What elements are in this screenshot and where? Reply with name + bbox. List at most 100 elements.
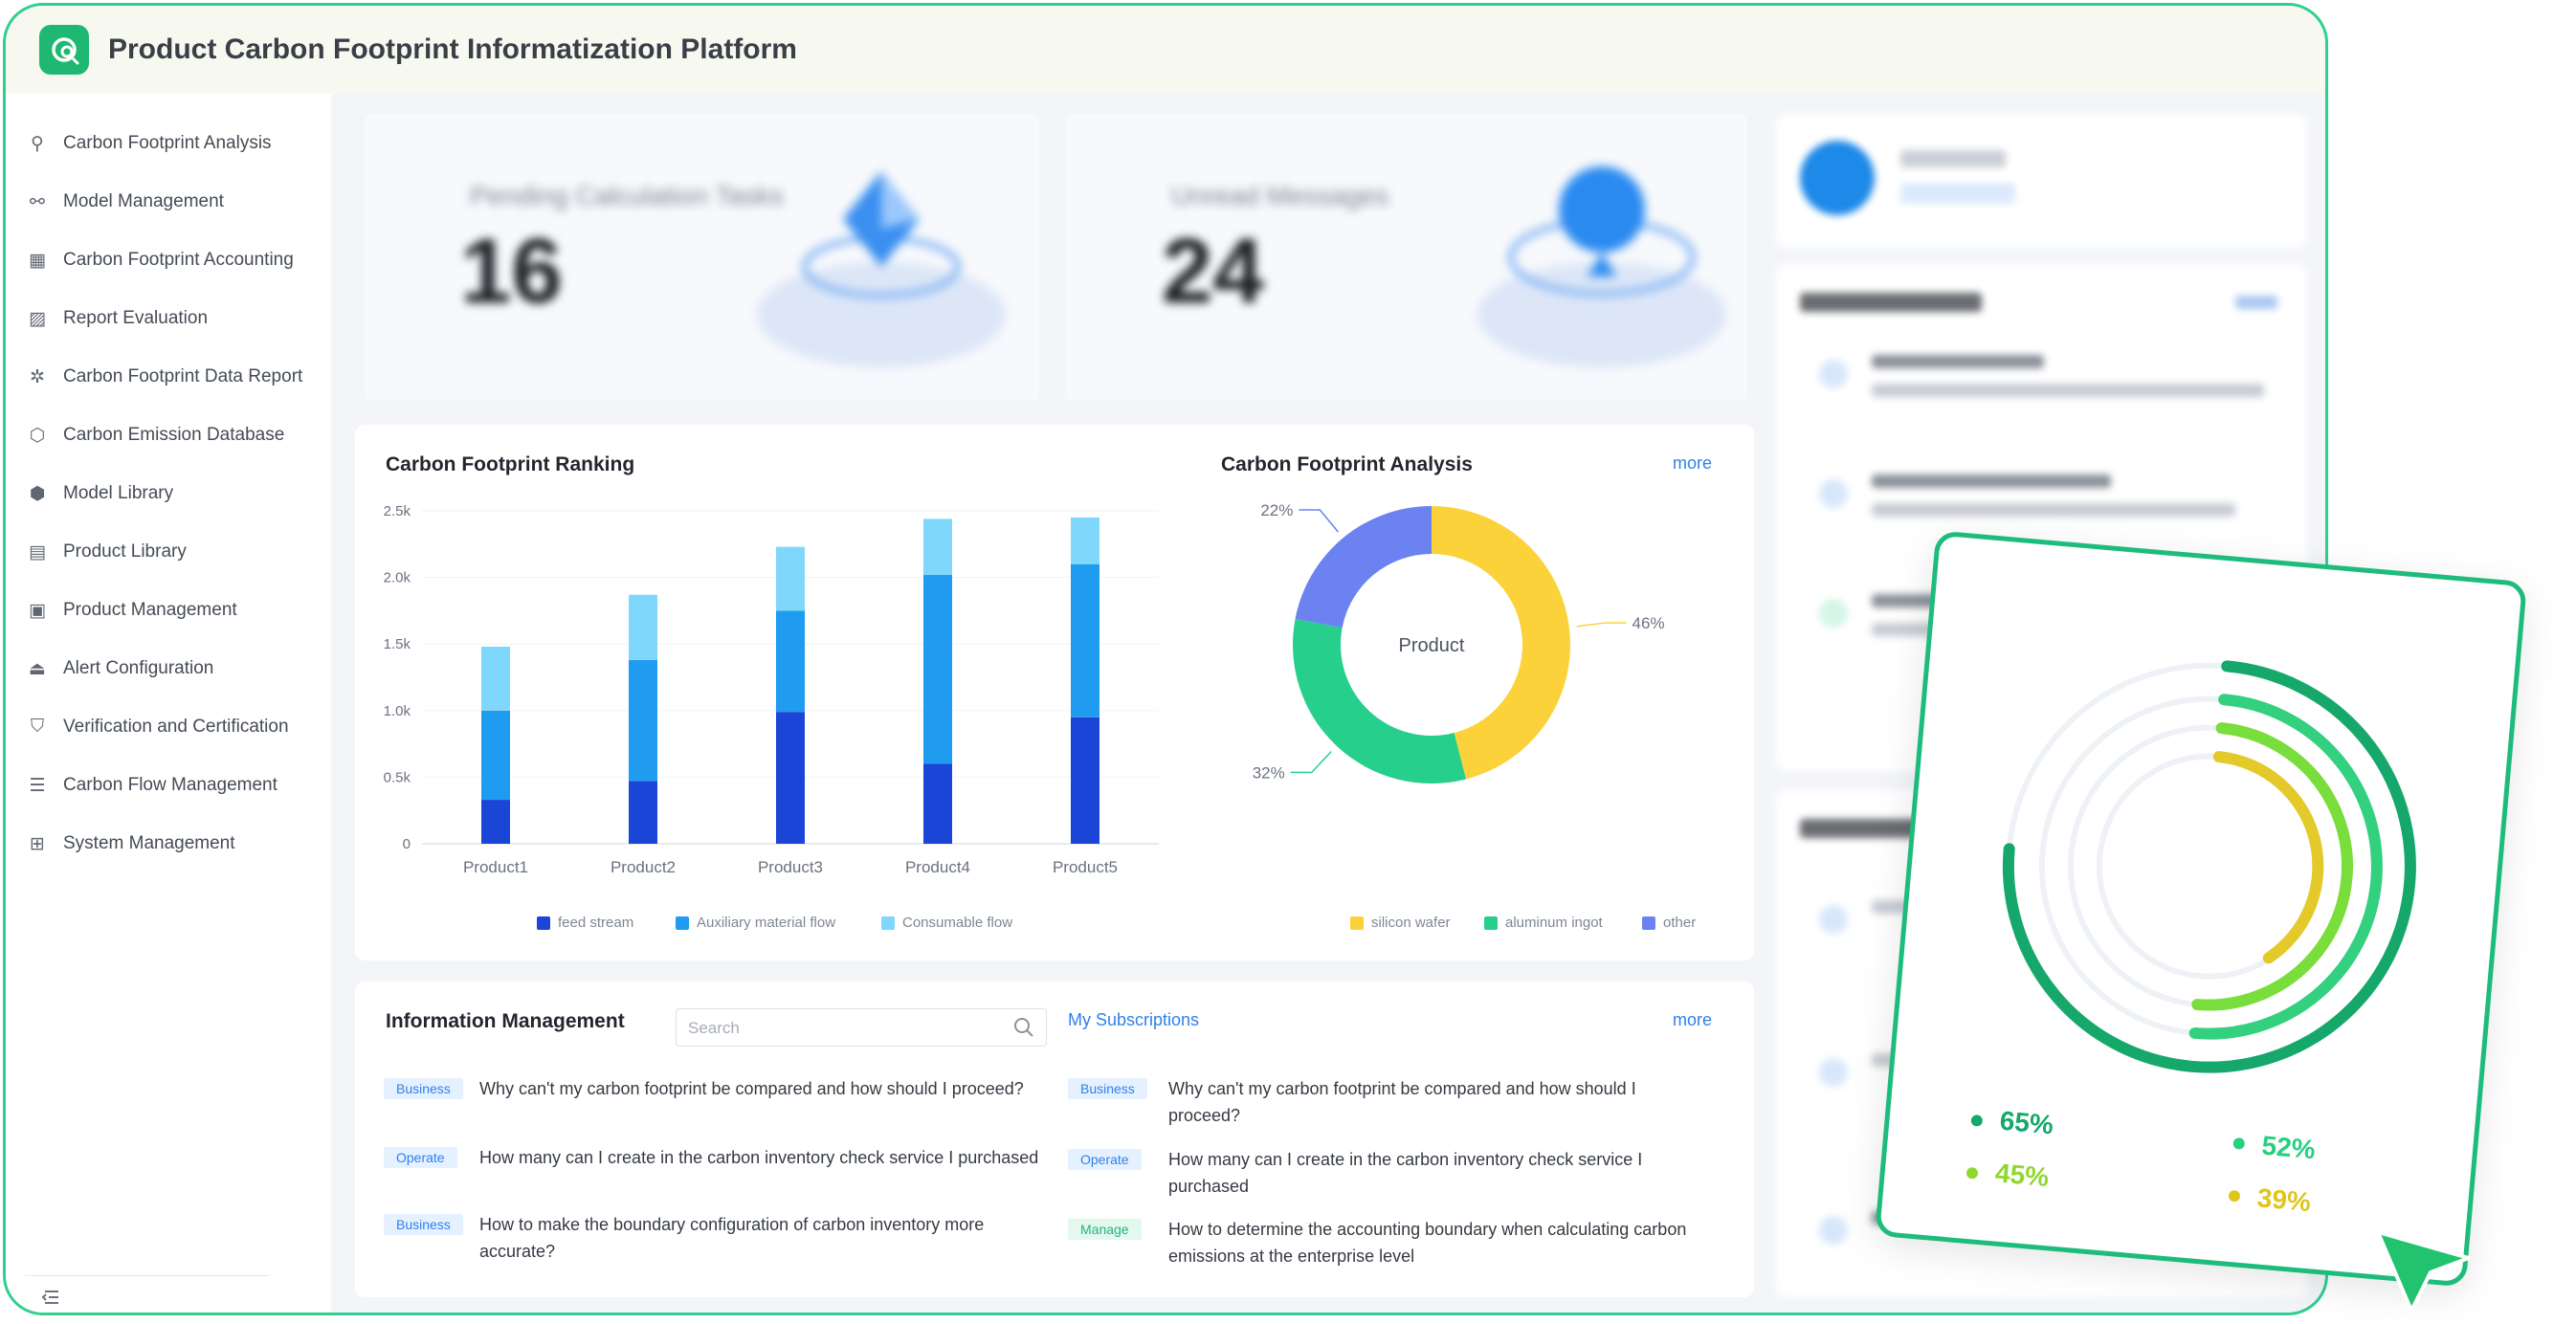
cursor-arrow-icon (2376, 1230, 2471, 1313)
bar-segment (776, 546, 805, 611)
analysis-more-link[interactable]: more (1673, 453, 1712, 474)
legend-swatch (676, 916, 689, 930)
x-tick-label: Product3 (758, 858, 823, 876)
info-question-link[interactable]: Why can't my carbon footprint be compare… (479, 1075, 1054, 1102)
sidebar-item-label: Carbon Flow Management (63, 775, 278, 795)
sidebar-item-0[interactable]: ⚲ Carbon Footprint Analysis (27, 124, 272, 163)
bar-segment (1071, 563, 1099, 717)
legend-swatch (1484, 916, 1498, 930)
label-leader-line (1290, 751, 1332, 774)
pending-tasks-card[interactable]: Pending Calculation Tasks 16 (365, 114, 1039, 401)
info-question-link[interactable]: How to determine the accounting boundary… (1168, 1216, 1704, 1269)
analysis-title: Carbon Footprint Analysis (1221, 453, 1473, 475)
cube-icon: ⬢ (29, 483, 46, 504)
sidebar-item-6[interactable]: ⬢ Model Library (27, 474, 173, 513)
sidebar-item-2[interactable]: ▦ Carbon Footprint Accounting (27, 241, 294, 279)
search-input[interactable]: Search (676, 1008, 1047, 1047)
legend-item[interactable]: other (1642, 915, 1696, 931)
legend-item[interactable]: silicon wafer (1350, 915, 1451, 931)
ranking-bar-chart: 2.5k 2.0k 1.5k 1.0k 0.5k 0 Product1 Product2 Pro… (384, 503, 1159, 876)
shield-icon: ⛉ (30, 717, 45, 737)
sidebar-item-5[interactable]: ⬡ Carbon Emission Database (27, 416, 285, 454)
model-icon: ⚯ (30, 191, 45, 212)
legend-label: silicon wafer (1371, 915, 1451, 931)
sidebar-item-label: Report Evaluation (63, 308, 209, 328)
category-tag: Business (384, 1214, 463, 1235)
message-illustration-icon (1477, 166, 1726, 367)
search-icon (1013, 1017, 1036, 1040)
sidebar-item-1[interactable]: ⚯ Model Management (27, 183, 224, 221)
sidebar-item-label: Model Management (63, 191, 224, 211)
donut-center-label: Product (1399, 635, 1465, 656)
y-tick-label: 1.5k (384, 636, 411, 652)
unread-messages-card[interactable]: Unread Messages 24 (1066, 114, 1747, 401)
x-tick-label: Product2 (611, 858, 676, 876)
ranking-title: Carbon Footprint Ranking (386, 453, 635, 475)
legend-item[interactable]: aluminum ingot (1484, 915, 1603, 931)
category-tag: Business (1068, 1078, 1147, 1099)
title-bar: Product Carbon Footprint Informatization… (6, 6, 2325, 94)
label-leader-line (1299, 509, 1340, 533)
bar-segment (923, 519, 952, 575)
info-question-link[interactable]: Why can't my carbon footprint be compare… (1168, 1075, 1704, 1129)
bar-segment (1071, 517, 1099, 564)
charts-card: Carbon Footprint Ranking Carbon Footprin… (355, 425, 1754, 960)
sidebar-item-label: Carbon Footprint Data Report (63, 366, 303, 386)
x-tick-label: Product5 (1053, 858, 1118, 876)
legend-swatch (881, 916, 895, 930)
bar-segment (481, 710, 510, 801)
x-tick-label: Product4 (905, 858, 970, 876)
info-question-link[interactable]: How to make the boundary configuration o… (479, 1211, 1054, 1265)
x-tick-label: Product1 (463, 858, 528, 876)
legend-label: Auxiliary material flow (697, 915, 836, 931)
alert-icon: ⏏ (29, 658, 46, 679)
unread-messages-label: Unread Messages (1171, 181, 1389, 210)
settings-icon: ⊞ (30, 833, 45, 854)
database-icon: ⬡ (29, 425, 46, 446)
flow-icon: ☰ (29, 775, 46, 796)
calculator-icon: ▦ (29, 250, 46, 271)
y-tick-label: 2.0k (384, 570, 411, 586)
category-tag: Business (384, 1078, 463, 1099)
sidebar-item-10[interactable]: ⛉ Verification and Certification (27, 708, 289, 746)
footprint-icon: ⚲ (31, 133, 44, 154)
y-tick-label: 0 (403, 836, 411, 852)
info-card: Information Management more My Subscript… (355, 982, 1754, 1297)
unread-messages-value: 24 (1162, 220, 1264, 322)
sidebar-item-11[interactable]: ☰ Carbon Flow Management (27, 766, 278, 805)
sidebar-item-label: Carbon Emission Database (63, 425, 285, 445)
info-title: Information Management (386, 1010, 625, 1032)
library-icon: ▤ (29, 541, 46, 563)
bar-segment (481, 800, 510, 844)
info-question-link[interactable]: How many can I create in the carbon inve… (1168, 1146, 1704, 1200)
sidebar-item-3[interactable]: ▨ Report Evaluation (27, 299, 208, 338)
bar-segment (629, 594, 657, 660)
sidebar-item-4[interactable]: ✲ Carbon Footprint Data Report (27, 358, 302, 396)
sidebar-item-8[interactable]: ▣ Product Management (27, 591, 237, 629)
profile-card (1776, 114, 2307, 248)
sidebar-item-7[interactable]: ▤ Product Library (27, 533, 187, 571)
sidebar-item-label: Model Library (63, 483, 174, 503)
category-tag: Operate (384, 1147, 457, 1168)
legend-label: other (1663, 915, 1697, 931)
ring-pct-65: 65% (1998, 1105, 2055, 1140)
bar-segment (923, 574, 952, 764)
legend-item[interactable]: feed stream (537, 915, 633, 931)
legend-item[interactable]: Consumable flow (881, 915, 1012, 931)
sidebar-item-9[interactable]: ⏏ Alert Configuration (27, 650, 213, 688)
collapse-menu-icon[interactable] (39, 1286, 62, 1309)
bar-segment (1071, 717, 1099, 844)
legend-item[interactable]: Auxiliary material flow (676, 915, 835, 931)
category-tag: Manage (1068, 1219, 1142, 1240)
my-subscriptions-link[interactable]: My Subscriptions (1068, 1010, 1199, 1030)
sidebar-item-12[interactable]: ⊞ System Management (27, 825, 235, 863)
info-question-link[interactable]: How many can I create in the carbon inve… (479, 1144, 1054, 1171)
bar-segment (776, 610, 805, 713)
slice-percent-label: 22% (1260, 501, 1293, 519)
y-tick-label: 1.0k (384, 703, 411, 719)
pending-tasks-label: Pending Calculation Tasks (470, 181, 784, 210)
analysis-donut-chart: 46% 32% 22% Product (1253, 501, 1665, 783)
donut-slice (1295, 506, 1432, 629)
info-more-link[interactable]: more (1673, 1010, 1712, 1030)
concentric-rings-graphic (2002, 660, 2416, 1073)
